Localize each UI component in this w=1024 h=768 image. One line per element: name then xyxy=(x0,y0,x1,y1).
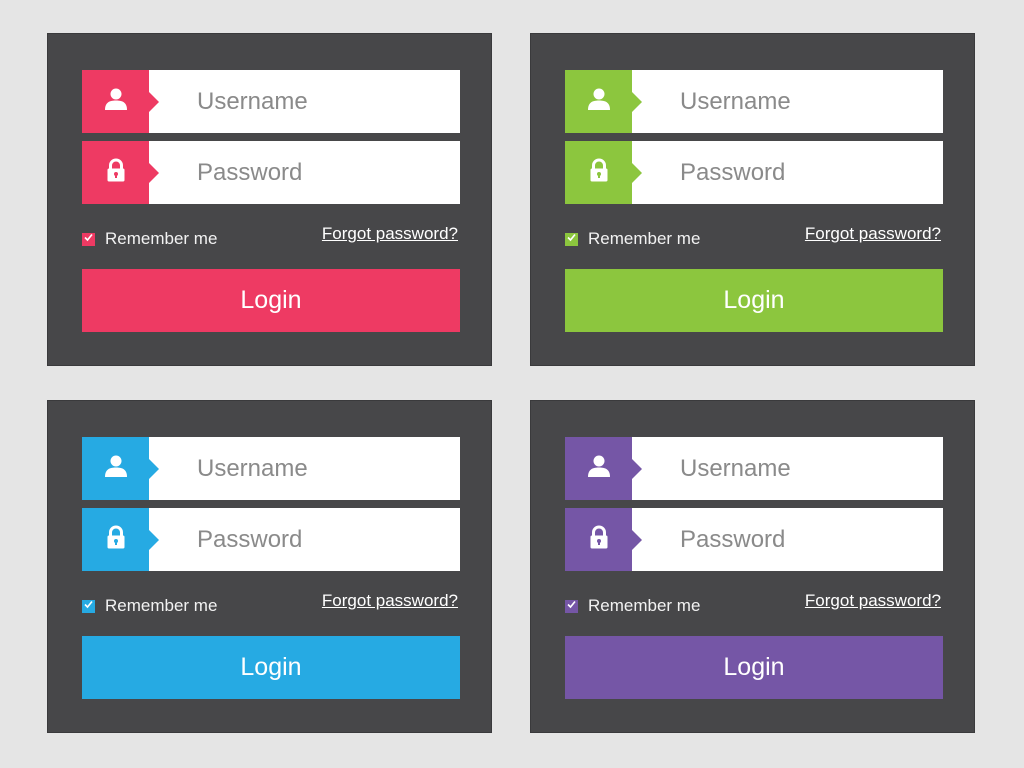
checkbox-box[interactable] xyxy=(82,597,95,615)
forgot-password-link[interactable]: Forgot password? xyxy=(322,591,458,611)
username-field xyxy=(565,437,943,500)
checkmark-icon xyxy=(83,597,94,615)
password-input[interactable] xyxy=(632,141,943,204)
password-input[interactable] xyxy=(149,141,460,204)
login-form-blue: Remember me Forgot password? Login xyxy=(47,400,492,733)
remember-me-label: Remember me xyxy=(105,229,218,248)
user-icon xyxy=(585,452,613,485)
lock-icon xyxy=(585,523,613,556)
remember-me-label: Remember me xyxy=(105,596,218,615)
login-form-pink: Remember me Forgot password? Login xyxy=(47,33,492,366)
password-field xyxy=(565,141,943,204)
checkbox-box[interactable] xyxy=(565,597,578,615)
password-field xyxy=(82,508,460,571)
checkmark-icon xyxy=(566,597,577,615)
login-button[interactable]: Login xyxy=(565,636,943,699)
login-button[interactable]: Login xyxy=(82,269,460,332)
forgot-password-link[interactable]: Forgot password? xyxy=(805,224,941,244)
lock-icon xyxy=(102,156,130,189)
username-input[interactable] xyxy=(632,437,943,500)
user-icon xyxy=(585,85,613,118)
username-icon-tab xyxy=(565,437,642,500)
remember-me-label: Remember me xyxy=(588,596,701,615)
remember-me-label: Remember me xyxy=(588,229,701,248)
remember-me-checkbox[interactable]: Remember me xyxy=(82,229,217,249)
password-input[interactable] xyxy=(149,508,460,571)
password-icon-tab xyxy=(82,508,159,571)
username-field xyxy=(82,70,460,133)
username-icon-tab xyxy=(82,70,159,133)
username-icon-tab xyxy=(565,70,642,133)
forgot-password-link[interactable]: Forgot password? xyxy=(805,591,941,611)
checkbox-box[interactable] xyxy=(82,230,95,248)
login-form-green: Remember me Forgot password? Login xyxy=(530,33,975,366)
login-button[interactable]: Login xyxy=(565,269,943,332)
password-field xyxy=(565,508,943,571)
checkmark-icon xyxy=(566,230,577,248)
username-input[interactable] xyxy=(632,70,943,133)
username-field xyxy=(565,70,943,133)
login-button[interactable]: Login xyxy=(82,636,460,699)
password-icon-tab xyxy=(565,508,642,571)
forgot-password-link[interactable]: Forgot password? xyxy=(322,224,458,244)
password-field xyxy=(82,141,460,204)
remember-me-checkbox[interactable]: Remember me xyxy=(565,229,700,249)
remember-me-checkbox[interactable]: Remember me xyxy=(82,596,217,616)
lock-icon xyxy=(585,156,613,189)
user-icon xyxy=(102,452,130,485)
lock-icon xyxy=(102,523,130,556)
checkbox-box[interactable] xyxy=(565,230,578,248)
username-input[interactable] xyxy=(149,70,460,133)
password-input[interactable] xyxy=(632,508,943,571)
password-icon-tab xyxy=(82,141,159,204)
login-form-purple: Remember me Forgot password? Login xyxy=(530,400,975,733)
username-input[interactable] xyxy=(149,437,460,500)
checkmark-icon xyxy=(83,230,94,248)
user-icon xyxy=(102,85,130,118)
username-icon-tab xyxy=(82,437,159,500)
username-field xyxy=(82,437,460,500)
remember-me-checkbox[interactable]: Remember me xyxy=(565,596,700,616)
password-icon-tab xyxy=(565,141,642,204)
